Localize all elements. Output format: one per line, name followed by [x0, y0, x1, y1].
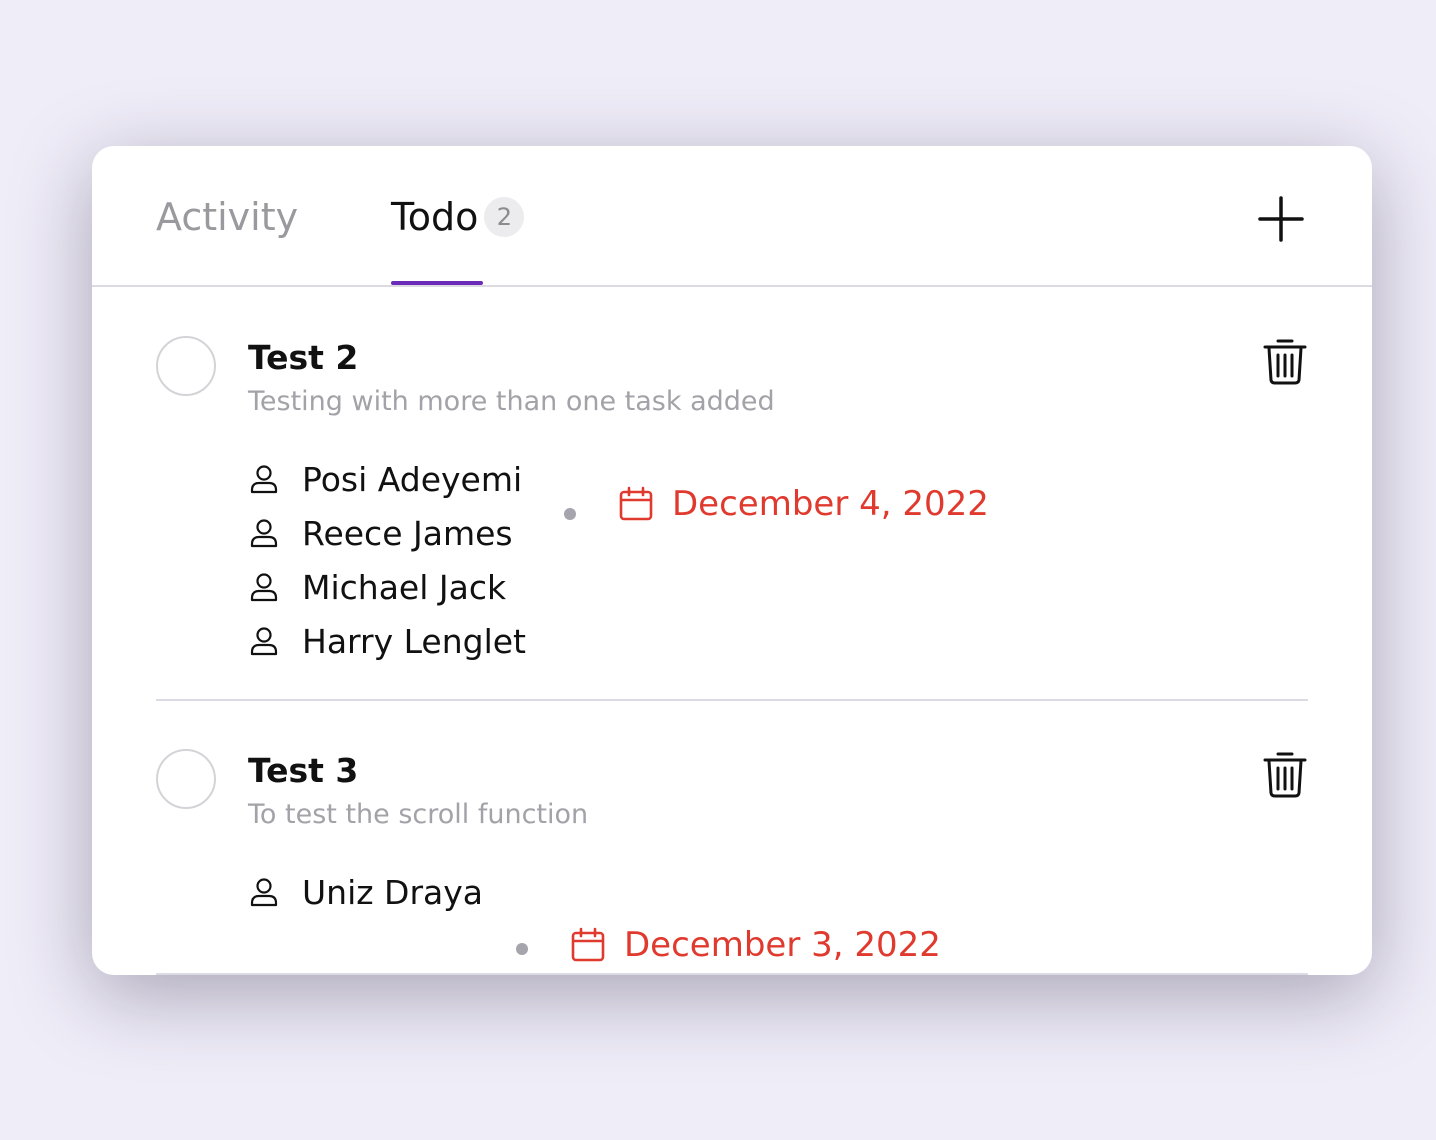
due-date: December 3, 2022 — [570, 925, 941, 965]
task-complete-checkbox[interactable] — [156, 336, 216, 396]
separator-dot — [516, 943, 528, 955]
separator-dot — [564, 508, 576, 520]
assignee: Reece James — [248, 506, 526, 560]
trash-icon — [1263, 752, 1307, 798]
task-description: Testing with more than one task added — [248, 386, 775, 417]
assignee-name: Uniz Draya — [302, 872, 484, 912]
due-date-text: December 3, 2022 — [624, 925, 941, 965]
task-title: Test 3 — [248, 751, 359, 790]
calendar-icon — [571, 927, 605, 962]
task-item: Test 3 To test the scroll function Uniz … — [156, 749, 1308, 975]
person-icon — [250, 519, 278, 548]
task-title: Test 2 — [248, 338, 359, 377]
assignee-name: Reece James — [302, 513, 513, 553]
tab-todo[interactable]: Todo 2 — [391, 192, 525, 242]
assignee-name: Harry Lenglet — [302, 621, 526, 661]
person-icon — [250, 573, 278, 602]
assignee-list: Posi Adeyemi Reece James Michael Jack Ha… — [248, 452, 526, 668]
active-tab-indicator — [391, 281, 483, 285]
calendar-icon — [619, 486, 653, 521]
person-icon — [250, 465, 278, 494]
delete-task-button[interactable] — [1262, 336, 1308, 386]
trash-icon — [1263, 339, 1307, 385]
person-icon — [250, 878, 278, 907]
assignee: Uniz Draya — [248, 865, 483, 919]
add-task-button[interactable] — [1258, 196, 1304, 242]
todo-card: Activity Todo 2 Test 2 Testing with more… — [92, 146, 1372, 975]
person-icon — [250, 627, 278, 656]
delete-task-button[interactable] — [1262, 749, 1308, 799]
tab-todo-label: Todo — [391, 195, 479, 239]
assignee: Harry Lenglet — [248, 614, 526, 668]
task-complete-checkbox[interactable] — [156, 749, 216, 809]
assignee-name: Posi Adeyemi — [302, 459, 523, 499]
due-date-text: December 4, 2022 — [672, 484, 989, 524]
task-item: Test 2 Testing with more than one task a… — [156, 336, 1308, 701]
plus-icon — [1258, 196, 1304, 242]
due-date: December 4, 2022 — [618, 484, 989, 524]
tab-activity[interactable]: Activity — [156, 192, 298, 242]
assignee-list: Uniz Draya — [248, 865, 483, 919]
todo-count-badge: 2 — [484, 197, 525, 237]
assignee: Michael Jack — [248, 560, 526, 614]
assignee-name: Michael Jack — [302, 567, 507, 607]
tab-bar: Activity Todo 2 — [92, 146, 1372, 287]
assignee: Posi Adeyemi — [248, 452, 526, 506]
task-description: To test the scroll function — [248, 799, 589, 830]
